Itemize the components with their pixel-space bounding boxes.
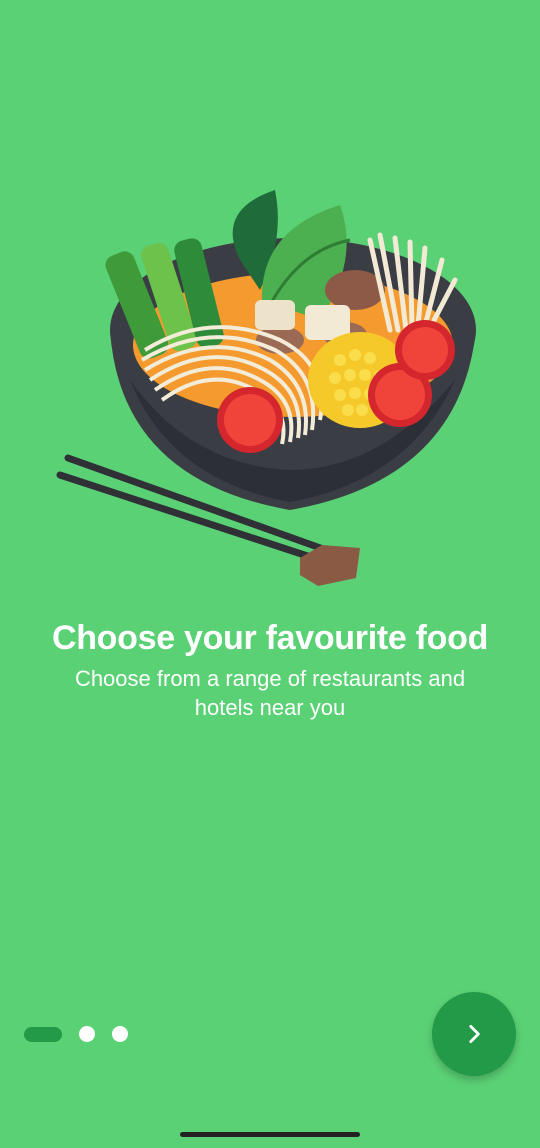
page-indicator-dot-active	[24, 1026, 62, 1042]
noodle-bowl-illustration	[56, 190, 476, 586]
home-indicator[interactable]	[180, 1132, 360, 1137]
page-subtitle: Choose from a range of restaurants and h…	[74, 666, 466, 720]
next-button[interactable]	[432, 992, 516, 1076]
page-indicator-dot	[79, 1026, 95, 1042]
page-indicator-dot	[112, 1026, 128, 1042]
page-indicator	[24, 1025, 128, 1043]
page-title: Choose your favourite food	[51, 619, 489, 657]
chevron-right-icon	[469, 1025, 480, 1043]
onboarding-screen: Choose your favourite food Choose from a…	[0, 0, 540, 1148]
